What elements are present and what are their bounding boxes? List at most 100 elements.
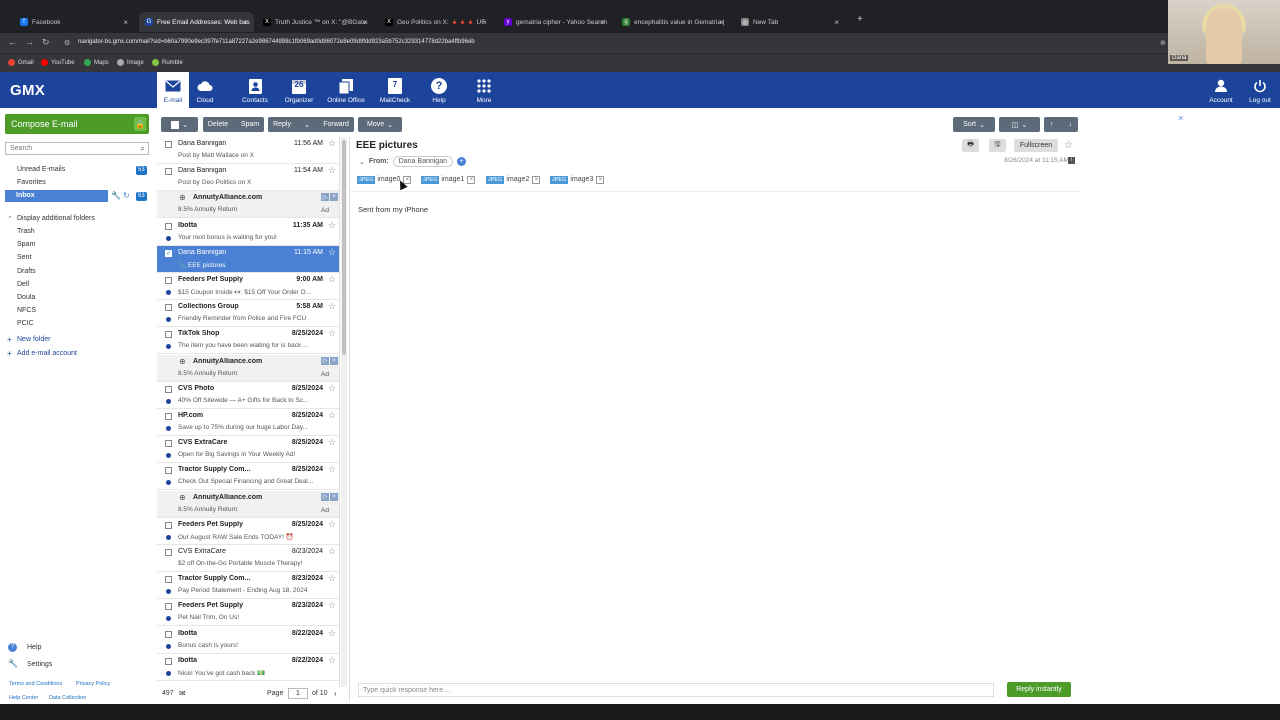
add-account-link[interactable]: Add e-mail account <box>17 350 77 357</box>
wrench-icon[interactable]: 🔧 <box>111 191 121 200</box>
info-icon[interactable]: i <box>1068 157 1075 164</box>
sort-button[interactable]: Sort ⌄ <box>953 117 995 132</box>
star-icon[interactable]: ☆ <box>328 220 336 231</box>
row-checkbox[interactable] <box>165 304 172 312</box>
refresh-icon[interactable]: ↻ <box>123 191 130 200</box>
star-icon[interactable]: ☆ <box>328 464 336 475</box>
privacy-link[interactable]: Privacy Policy <box>76 681 110 687</box>
attachment-chip[interactable]: JPEG image1 × <box>421 174 476 185</box>
row-checkbox[interactable] <box>165 576 172 584</box>
close-icon[interactable]: × <box>330 356 338 365</box>
row-checkbox[interactable] <box>165 657 172 665</box>
quick-response-input[interactable]: Type quick response here ... <box>358 683 994 697</box>
add-contact-icon[interactable]: + <box>456 157 466 166</box>
terms-link[interactable]: Terms and Conditions <box>9 681 62 687</box>
page-input[interactable]: 1 <box>288 688 308 699</box>
ad-row[interactable]: ⊕ AnnuityAlliance.com 8.5% Annuity Return A… <box>157 354 339 382</box>
browser-tab[interactable]: X Geo Politics on X: 🔺🔺🔺 UF × <box>379 12 493 32</box>
star-icon[interactable]: ☆ <box>328 165 336 176</box>
print-button[interactable]: 🖶 <box>962 139 979 152</box>
help-center-link[interactable]: Help Center <box>9 695 38 701</box>
folder-dell[interactable]: Dell <box>17 281 29 288</box>
save-button[interactable]: 🖫 <box>989 139 1006 152</box>
star-icon[interactable]: ☆ <box>328 301 336 312</box>
row-checkbox[interactable] <box>165 549 172 556</box>
nav-more[interactable]: More <box>464 72 504 108</box>
help-link[interactable]: Help <box>27 644 41 651</box>
arrow-up-icon[interactable]: ↑ <box>1050 121 1054 128</box>
browser-tab[interactable]: ◎ New Tab × <box>735 12 845 32</box>
close-icon[interactable]: × <box>330 193 338 202</box>
list-item[interactable]: Feeders Pet Supply 9:00 AM ☆ $15 Coupon Ins… <box>157 273 339 300</box>
list-item[interactable]: Ibotta 11:35 AM ☆ Your next bonus is waitin… <box>157 219 339 246</box>
forward-button[interactable]: Forward <box>323 121 349 128</box>
list-item[interactable]: CVS ExtraCare 8/25/2024 ☆ Open for Big Savi… <box>157 436 339 464</box>
row-checkbox[interactable] <box>165 168 172 176</box>
url-text[interactable]: navigator-bs.gmx.com/mail?sid=b60a7990e9… <box>78 39 475 45</box>
back-icon[interactable]: ← <box>8 37 17 47</box>
list-item[interactable]: TikTok Shop 8/25/2024 ☆ The item you have b… <box>157 327 339 355</box>
row-checkbox[interactable] <box>165 413 172 420</box>
row-checkbox[interactable] <box>165 467 172 475</box>
close-icon[interactable]: × <box>482 18 487 27</box>
ad-choices-icon[interactable]: ▷ <box>321 356 329 365</box>
next-page-icon[interactable]: › <box>334 689 337 698</box>
folder-pcic[interactable]: PCIC <box>17 320 34 327</box>
nav-cloud[interactable]: Cloud <box>185 72 225 108</box>
list-item[interactable]: Feeders Pet Supply 8/25/2024 ☆ Our August R… <box>157 518 339 545</box>
list-item[interactable]: CVS ExtraCare 8/23/2024 ☆ $2 off On-the-Go … <box>157 545 339 572</box>
attachment-chip[interactable]: JPEG image2 × <box>486 174 541 185</box>
select-all-dropdown[interactable]: ⌄ <box>161 117 198 132</box>
attachment-chip[interactable]: JPEG image3 × <box>550 174 605 185</box>
row-checkbox[interactable] <box>165 630 172 638</box>
star-icon[interactable]: ☆ <box>328 437 336 448</box>
chevron-down-icon[interactable]: ⌄ <box>359 158 365 166</box>
reply-button[interactable]: Reply <box>273 121 291 128</box>
nav-contacts[interactable]: Contacts <box>235 72 275 108</box>
delete-button[interactable]: Delete <box>208 121 228 128</box>
spam-button[interactable]: Spam <box>241 121 259 128</box>
star-icon[interactable]: ☆ <box>328 628 336 639</box>
folder-favorites[interactable]: Favorites <box>17 179 46 186</box>
folder-doula[interactable]: Doula <box>17 294 35 301</box>
reload-icon[interactable]: ↻ <box>42 37 50 48</box>
row-checkbox[interactable] <box>165 521 172 529</box>
list-item[interactable]: Ibotta 8/22/2024 ☆ Bonus cash is yours! <box>157 627 339 654</box>
folder-nfcs[interactable]: NFCS <box>17 307 36 314</box>
list-item[interactable]: Feeders Pet Supply 8/23/2024 ☆ Pet Nail Tri… <box>157 599 339 627</box>
nav-help[interactable]: ? Help <box>419 72 459 108</box>
logout-button[interactable]: Log out <box>1236 72 1280 108</box>
layout-button[interactable]: ◫ ⌄ <box>999 117 1040 132</box>
remove-attachment-icon[interactable]: × <box>532 175 541 184</box>
star-icon[interactable]: ☆ <box>328 546 336 557</box>
bookmark-item[interactable]: Gmail <box>8 59 34 66</box>
list-item[interactable]: Ibotta 8/22/2024 ☆ Nice! You've got cash ba… <box>157 654 339 681</box>
star-icon[interactable]: ☆ <box>328 519 336 530</box>
ad-row[interactable]: ⊕ AnnuityAlliance.com 8.5% Annuity Return A… <box>157 490 339 518</box>
select-all-checkbox[interactable] <box>171 120 180 129</box>
folder-inbox[interactable]: Inbox <box>5 190 108 202</box>
lock-icon[interactable]: 🔒 <box>134 117 146 131</box>
close-icon[interactable]: × <box>600 18 605 27</box>
reply-instantly-button[interactable]: Reply instantly <box>1007 682 1071 697</box>
list-item[interactable]: CVS Photo 8/25/2024 ☆ 40% Off Sitewide — A+… <box>157 382 339 409</box>
browser-tab[interactable]: f Facebook × <box>14 12 134 32</box>
gmx-logo[interactable]: GMX <box>10 82 45 99</box>
move-button[interactable]: Move ⌄ <box>358 117 402 132</box>
close-ad-icon[interactable]: × <box>1178 113 1183 123</box>
browser-tab[interactable]: G Free Email Addresses: Web bas × <box>139 12 254 32</box>
zoom-icon[interactable]: ⊕ <box>1160 39 1166 47</box>
star-icon[interactable]: ☆ <box>328 573 336 584</box>
arrow-down-icon[interactable]: ↓ <box>1069 121 1073 128</box>
forward-icon[interactable]: → <box>25 37 34 47</box>
list-item[interactable]: Tractor Supply Com... 8/23/2024 ☆ Pay Perio… <box>157 572 339 600</box>
ad-choices-icon[interactable]: ▷ <box>321 193 329 202</box>
row-checkbox[interactable]: ✓ <box>165 249 172 257</box>
row-checkbox[interactable] <box>165 385 172 393</box>
close-icon[interactable]: × <box>123 18 128 27</box>
bookmark-item[interactable]: Image <box>117 59 144 66</box>
fullscreen-button[interactable]: Fullscreen <box>1014 139 1058 152</box>
row-checkbox[interactable] <box>165 603 172 611</box>
display-additional-folders[interactable]: Display additional folders <box>17 215 95 222</box>
folder-unread[interactable]: Unread E-mails <box>17 166 65 173</box>
